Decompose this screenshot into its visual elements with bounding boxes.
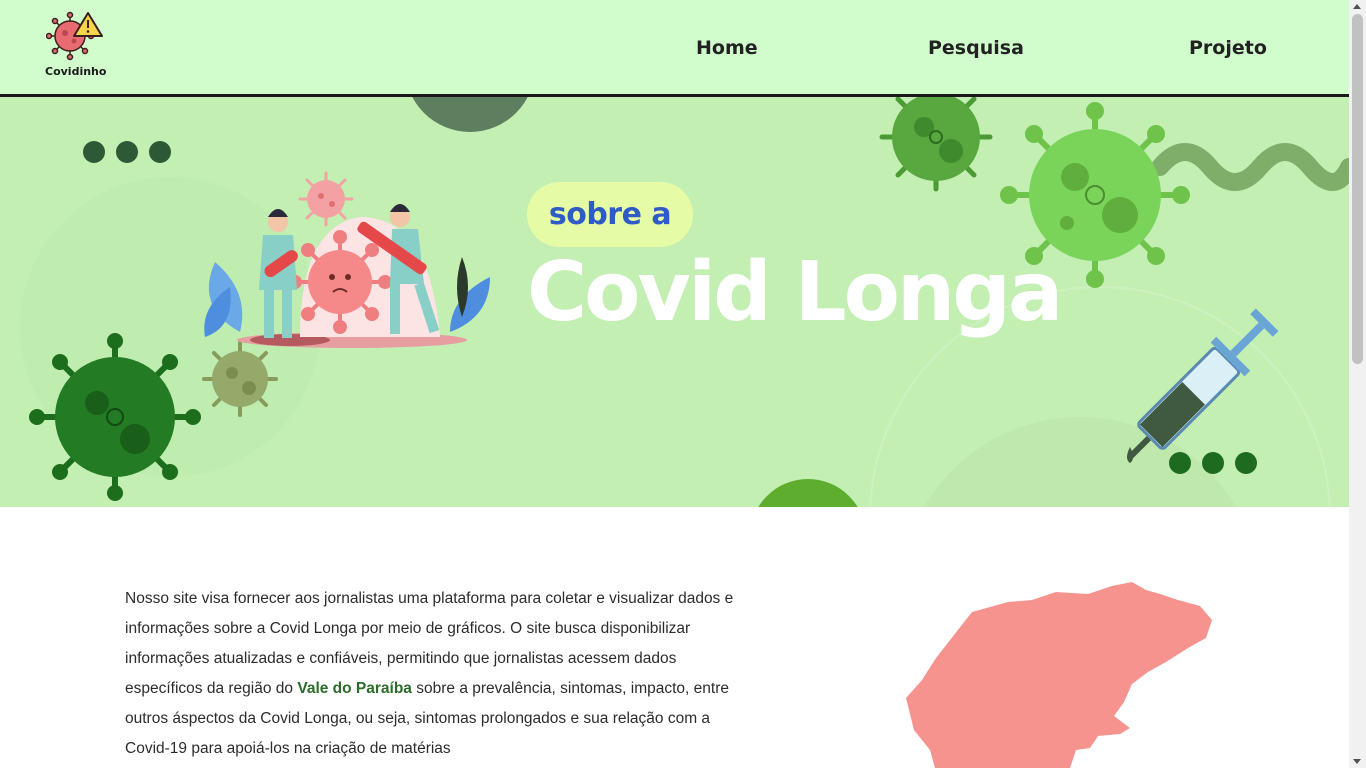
highlight-region: Vale do Paraíba	[297, 680, 412, 697]
vale-do-paraiba-map	[906, 582, 1212, 768]
hero-title: Covid Longa	[527, 245, 1063, 340]
hero-banner: sobre a Covid Longa	[0, 97, 1349, 507]
syringe-icon	[1127, 308, 1279, 460]
vertical-scrollbar[interactable]	[1349, 0, 1366, 768]
hero-subtitle-pill: sobre a	[527, 182, 693, 247]
logo-text: Covidinho	[45, 65, 107, 78]
nav-projeto[interactable]: Projeto	[1189, 37, 1267, 59]
scroll-up-icon[interactable]	[1353, 4, 1361, 9]
dots-decoration-top	[83, 141, 171, 163]
virus-dark-bottom-left	[29, 333, 201, 501]
logo[interactable]: Covidinho	[40, 10, 110, 80]
intro-paragraph: Nosso site visa fornecer aos jornalistas…	[125, 584, 745, 764]
virus-medium-top	[879, 97, 993, 192]
site-header: Covidinho Home Pesquisa Projeto	[0, 0, 1349, 97]
scroll-down-icon[interactable]	[1353, 759, 1361, 764]
dots-decoration-bottom	[1169, 452, 1257, 474]
nav-home[interactable]: Home	[696, 37, 758, 59]
scroll-thumb[interactable]	[1352, 14, 1363, 364]
virus-olive-small	[202, 341, 278, 417]
virus-warning-icon	[46, 11, 103, 61]
nav-pesquisa[interactable]: Pesquisa	[928, 37, 1024, 59]
